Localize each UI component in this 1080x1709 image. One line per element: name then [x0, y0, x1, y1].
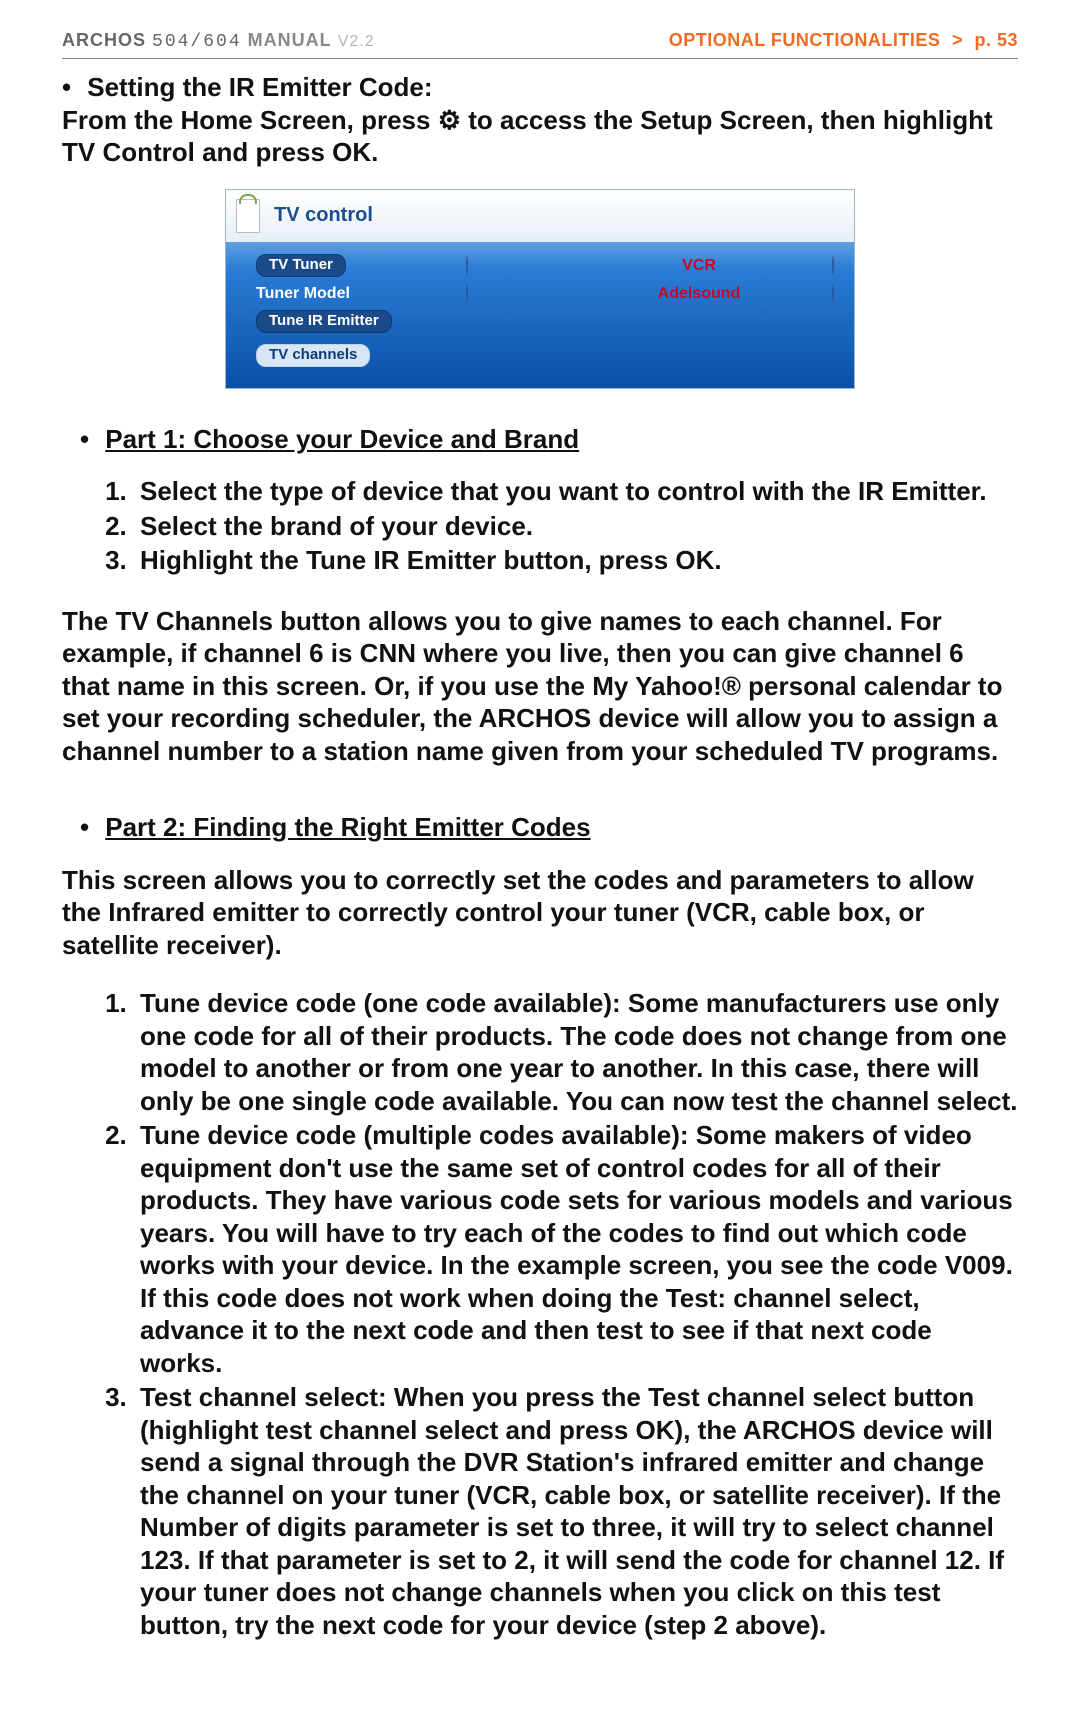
part2-item-3: Test channel select: When you press the …: [134, 1381, 1018, 1641]
pill-tv-channels: TV channels: [256, 344, 370, 367]
bullet-icon: •: [62, 71, 80, 104]
section-name: OPTIONAL FUNCTIONALITIES: [669, 30, 941, 50]
model-numbers: 504/604: [152, 32, 242, 52]
part2-intro: This screen allows you to correctly set …: [62, 864, 1018, 962]
arrow-right-icon: [832, 284, 834, 303]
manual-label: MANUAL: [248, 30, 332, 50]
ok-icon: OK.: [675, 545, 721, 575]
ok-icon: OK: [332, 137, 371, 167]
intro-paragraph: • Setting the IR Emitter Code: From the …: [62, 71, 1018, 169]
label-tv-channels: TV channels: [256, 344, 456, 367]
manual-page: ARCHOS 504/604 MANUAL V2.2 OPTIONAL FUNC…: [0, 0, 1080, 1709]
page-content: • Setting the IR Emitter Code: From the …: [62, 71, 1018, 1641]
intro-text-a: From the Home Screen, press: [62, 105, 438, 135]
value-vcr: VCR: [576, 256, 822, 276]
part2-heading-line: • Part 2: Finding the Right Emitter Code…: [80, 811, 1018, 844]
brand-name: ARCHOS: [62, 30, 146, 50]
bullet-icon: •: [80, 423, 98, 456]
page-number: p. 53: [974, 30, 1018, 50]
nav-left-1: [456, 256, 576, 276]
page-header: ARCHOS 504/604 MANUAL V2.2 OPTIONAL FUNC…: [62, 30, 1018, 59]
row-tv-tuner: TV Tuner VCR: [256, 252, 834, 280]
row-tv-channels: TV channels: [256, 342, 834, 370]
chevron-right-icon: >: [952, 30, 963, 50]
row-tune-ir: Tune IR Emitter: [256, 308, 834, 336]
arrow-left-icon: [466, 284, 468, 303]
screenshot-title: TV control: [274, 203, 373, 228]
intro-text-c: .: [371, 137, 378, 167]
part2-heading: Part 2: Finding the Right Emitter Codes: [105, 812, 590, 842]
part1-item-3: Highlight the Tune IR Emitter button, pr…: [134, 544, 1018, 577]
part1-heading: Part 1: Choose your Device and Brand: [105, 424, 579, 454]
nav-left-2: [456, 284, 576, 304]
section-block: OPTIONAL FUNCTIONALITIES > p. 53: [669, 30, 1018, 51]
part2-list: Tune device code (one code available): S…: [134, 987, 1018, 1641]
part1-list: Select the type of device that you want …: [134, 475, 1018, 577]
arrow-left-icon: [466, 256, 468, 275]
part1-item-1: Select the type of device that you want …: [134, 475, 1018, 508]
pill-tune-ir: Tune IR Emitter: [256, 310, 392, 333]
arrow-right-icon: [832, 256, 834, 275]
bullet-icon: •: [80, 811, 98, 844]
label-tv-tuner: TV Tuner: [256, 254, 456, 277]
nav-right-2: [822, 284, 834, 304]
version-label: V2.2: [338, 33, 375, 50]
nav-right-1: [822, 256, 834, 276]
remote-icon: [236, 199, 260, 233]
part1-item-3-text: Highlight the Tune IR Emitter button, pr…: [140, 545, 675, 575]
brand-block: ARCHOS 504/604 MANUAL V2.2: [62, 30, 375, 52]
part2-item-2: Tune device code (multiple codes availab…: [134, 1119, 1018, 1379]
tv-control-screenshot: TV control TV Tuner VCR Tuner Model Adel…: [225, 189, 855, 389]
gear-icon: ⚙: [438, 105, 461, 135]
screenshot-titlebar: TV control: [226, 190, 854, 242]
part2-item-1: Tune device code (one code available): S…: [134, 987, 1018, 1117]
pill-tv-tuner: TV Tuner: [256, 254, 346, 277]
part1-heading-line: • Part 1: Choose your Device and Brand: [80, 423, 1018, 456]
label-tune-ir: Tune IR Emitter: [256, 310, 456, 333]
screenshot-body: TV Tuner VCR Tuner Model Adelsound Tune …: [226, 242, 854, 380]
intro-bullet-heading: Setting the IR Emitter Code:: [87, 72, 432, 102]
part1-item-2: Select the brand of your device.: [134, 510, 1018, 543]
row-tuner-model: Tuner Model Adelsound: [256, 280, 834, 308]
tv-channels-paragraph: The TV Channels button allows you to giv…: [62, 605, 1018, 768]
value-adelsound: Adelsound: [576, 284, 822, 304]
label-tuner-model: Tuner Model: [256, 284, 456, 304]
